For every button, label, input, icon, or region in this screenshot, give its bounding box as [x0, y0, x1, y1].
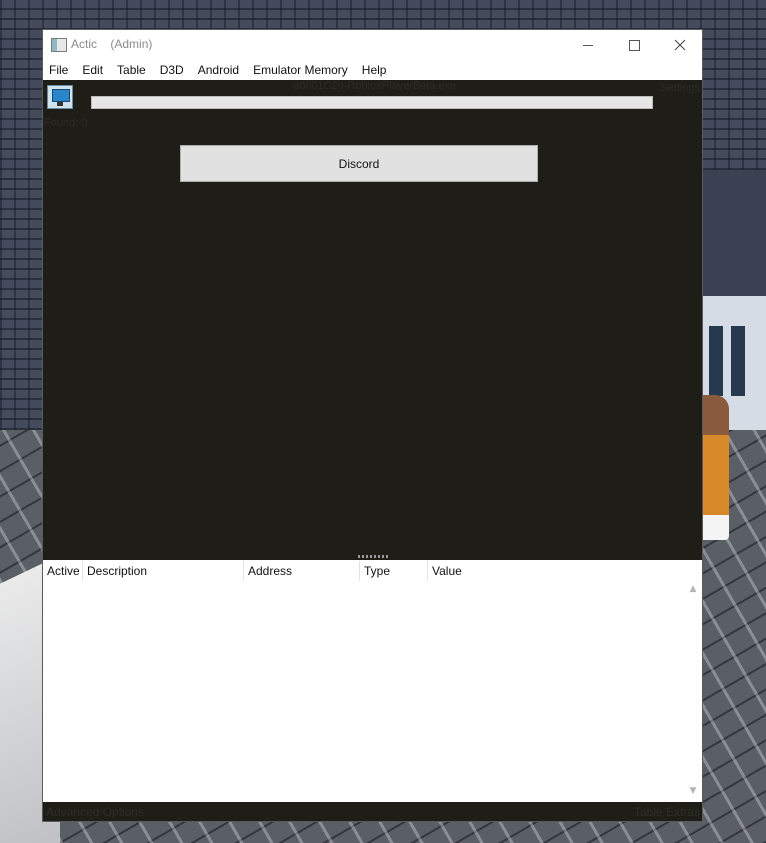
column-value[interactable]: Value — [428, 561, 688, 581]
menu-d3d[interactable]: D3D — [160, 63, 191, 77]
maximize-button[interactable] — [611, 30, 657, 60]
building-window — [731, 326, 745, 396]
menu-table[interactable]: Table — [117, 63, 153, 77]
splitter-grip-icon — [358, 555, 388, 558]
window-title: Actic (Admin) — [71, 37, 153, 51]
close-icon — [674, 39, 686, 51]
advanced-options-link[interactable]: Advanced Options — [46, 805, 144, 819]
scroll-down-icon[interactable]: ▼ — [688, 786, 698, 796]
app-window: Actic (Admin) File Edit Table D3D Androi… — [42, 29, 703, 822]
menu-file[interactable]: File — [49, 63, 75, 77]
title-bar[interactable]: Actic (Admin) — [43, 30, 702, 60]
minimize-button[interactable] — [565, 30, 611, 60]
scan-progress-bar — [91, 96, 653, 109]
minimize-icon — [583, 44, 593, 46]
discord-button[interactable]: Discord — [180, 145, 538, 182]
column-type[interactable]: Type — [360, 561, 428, 581]
column-description[interactable]: Description — [83, 561, 244, 581]
table-extras-link[interactable]: Table Extras — [634, 805, 700, 819]
menu-bar: File Edit Table D3D Android Emulator Mem… — [43, 60, 702, 80]
menu-help[interactable]: Help — [362, 63, 394, 77]
app-icon — [51, 38, 67, 52]
menu-android[interactable]: Android — [198, 63, 246, 77]
settings-link[interactable]: Settings — [660, 82, 700, 94]
menu-edit[interactable]: Edit — [82, 63, 110, 77]
table-header: Active Description Address Type Value — [43, 561, 702, 581]
building-window — [709, 326, 723, 396]
select-process-button[interactable] — [47, 85, 73, 109]
column-address[interactable]: Address — [244, 561, 360, 581]
close-button[interactable] — [657, 30, 703, 60]
background-wall-shadow — [703, 170, 766, 296]
cheat-table: Active Description Address Type Value ▲ … — [43, 561, 702, 802]
column-active[interactable]: Active — [43, 561, 83, 581]
process-name: 00001C20-RobloxPlayerBeta.exe — [293, 80, 457, 92]
panel-splitter[interactable] — [43, 554, 702, 561]
table-scrollbar[interactable]: ▲ ▼ — [686, 581, 700, 802]
status-bar: Advanced Options Table Extras — [43, 802, 702, 821]
monitor-stand-icon — [57, 102, 63, 106]
menu-emulator-memory[interactable]: Emulator Memory — [253, 63, 355, 77]
found-count: Found: 0 — [44, 117, 88, 129]
maximize-icon — [628, 39, 640, 51]
background-character — [703, 395, 729, 540]
scroll-up-icon[interactable]: ▲ — [688, 584, 698, 594]
monitor-icon — [52, 89, 70, 102]
